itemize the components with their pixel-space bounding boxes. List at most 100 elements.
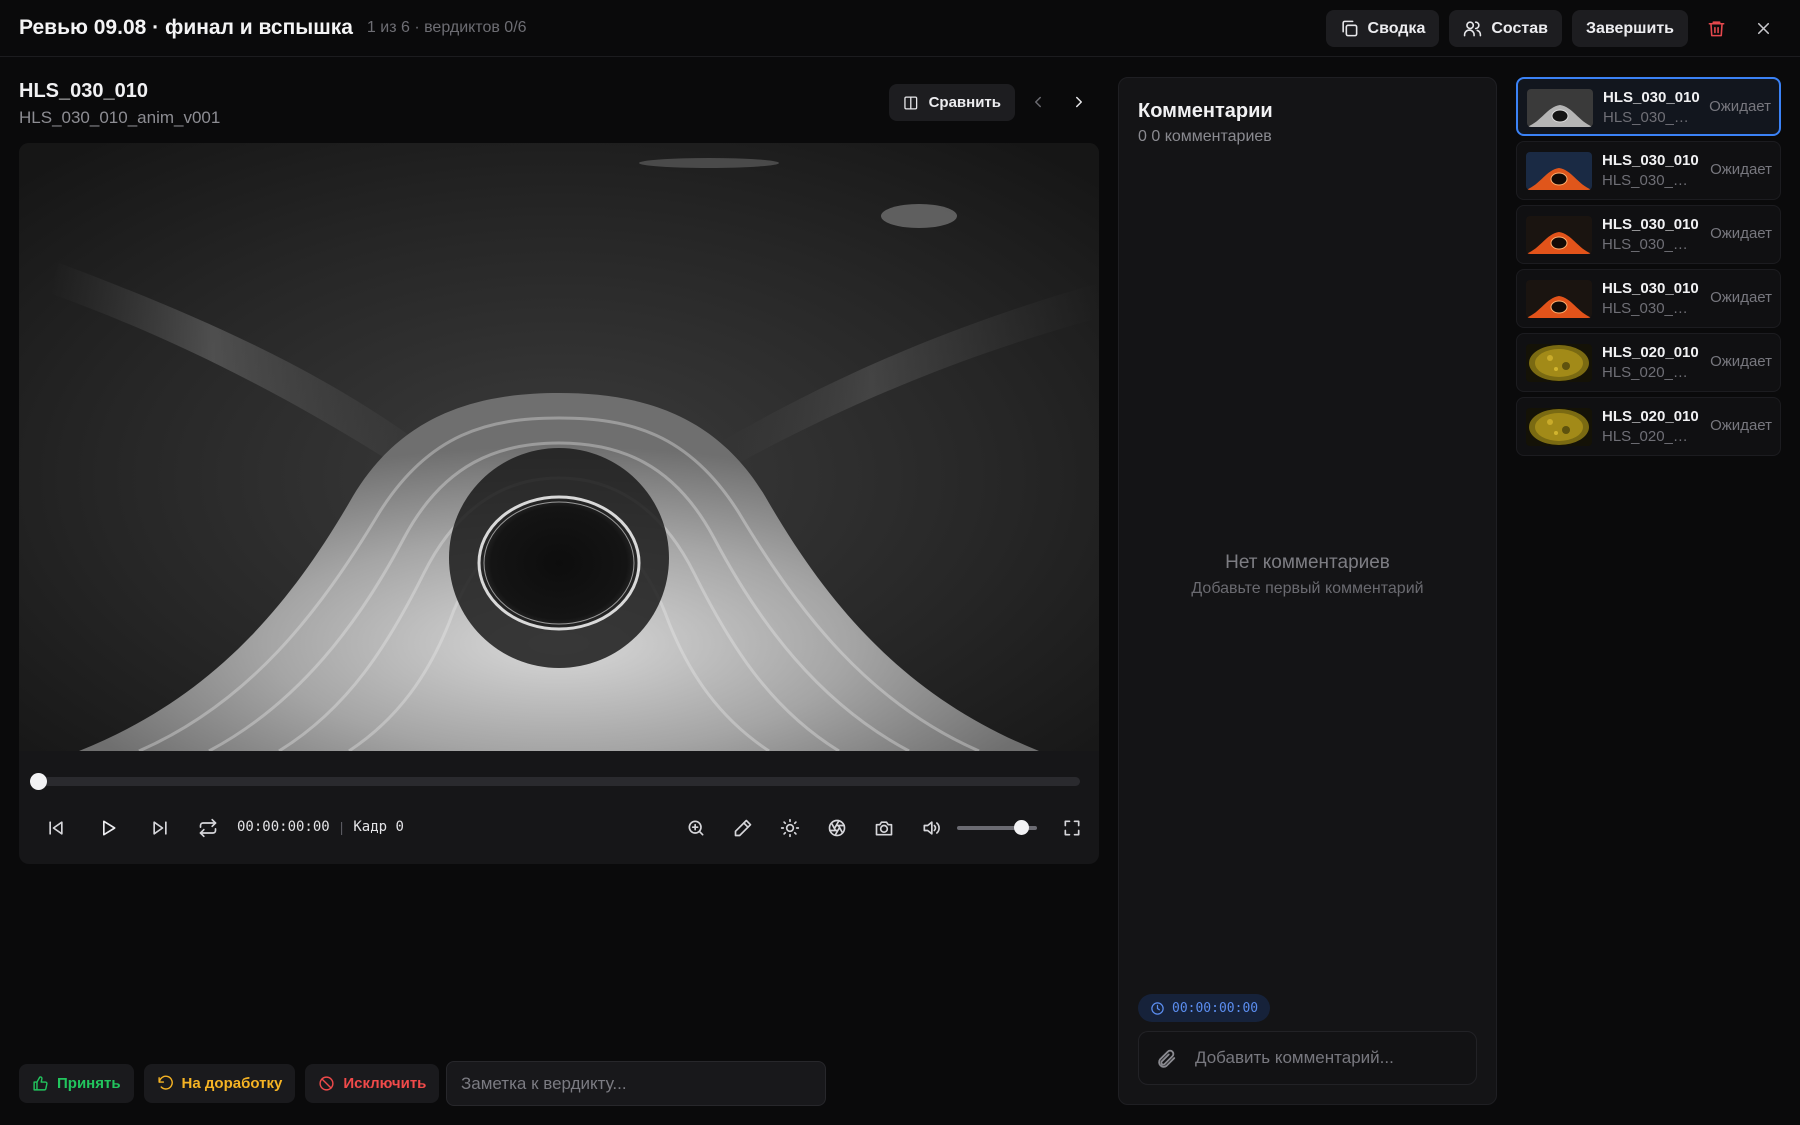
- summary-label: Сводка: [1367, 19, 1426, 37]
- finish-button[interactable]: Завершить: [1571, 10, 1688, 47]
- shot-list-item[interactable]: HLS_030_010 HLS_030_010_anim_v001 Ожидает: [1516, 77, 1781, 136]
- accept-label: Принять: [57, 1075, 121, 1092]
- play-button[interactable]: [93, 813, 123, 843]
- rotate-ccw-icon: [157, 1075, 173, 1090]
- skip-forward-button[interactable]: [145, 813, 175, 843]
- video-player: 00:00:00:00 | Кадр 0: [19, 143, 1099, 864]
- player-controls: 00:00:00:00 | Кадр 0: [19, 807, 1099, 847]
- users-icon: [1464, 21, 1482, 37]
- shot-item-name: HLS_030_010: [1602, 152, 1699, 169]
- camera-icon: [875, 821, 893, 836]
- loop-button[interactable]: [193, 813, 223, 843]
- rework-label: На доработку: [181, 1075, 283, 1092]
- verdict-note-input[interactable]: [446, 1061, 826, 1106]
- verdict-bar: Принять На доработку Исключить: [19, 1064, 440, 1103]
- delete-button[interactable]: [1698, 10, 1735, 47]
- frame-counter: Кадр 0: [353, 819, 404, 835]
- accept-button[interactable]: Принять: [19, 1064, 134, 1103]
- next-shot-button[interactable]: [1065, 88, 1093, 116]
- volume-slider[interactable]: [957, 820, 1037, 835]
- chevron-left-icon: [1035, 96, 1041, 108]
- summary-button[interactable]: Сводка: [1325, 10, 1440, 47]
- shot-thumbnail: [1526, 408, 1592, 446]
- finish-label: Завершить: [1585, 19, 1674, 37]
- play-icon: [103, 820, 116, 836]
- comments-count: 0 0 комментариев: [1138, 128, 1272, 145]
- shot-thumbnail: [1526, 280, 1592, 318]
- draw-button[interactable]: [728, 813, 758, 843]
- comment-timestamp: 00:00:00:00: [1172, 1000, 1259, 1016]
- snapshot-button[interactable]: [869, 813, 899, 843]
- comment-input[interactable]: [1195, 1032, 1465, 1084]
- shot-item-status: Ожидает: [1710, 353, 1772, 370]
- comments-panel: Комментарии 0 0 комментариев Нет коммент…: [1118, 77, 1497, 1105]
- shot-list: HLS_030_010HLS_030_010_anim_v001ОжидаетH…: [1516, 77, 1781, 461]
- timecode: 00:00:00:00: [237, 819, 330, 835]
- zoom-button[interactable]: [681, 813, 711, 843]
- shot-item-version: HLS_020_010_anim_v002: [1602, 428, 1696, 445]
- close-button[interactable]: [1745, 10, 1782, 47]
- shot-list-item[interactable]: HLS_030_010 HLS_030_010_anim_v003 Ожидает: [1516, 205, 1781, 264]
- shot-item-name: HLS_020_010: [1602, 408, 1699, 425]
- comments-empty-state: Нет комментариев Добавьте первый коммент…: [1119, 552, 1496, 598]
- skip-forward-icon: [153, 821, 167, 835]
- volume-handle[interactable]: [1014, 820, 1029, 835]
- fullscreen-button[interactable]: [1057, 813, 1087, 843]
- shot-list-item[interactable]: HLS_030_010 HLS_030_010_anim_v004 Ожидает: [1516, 269, 1781, 328]
- exclude-label: Исключить: [343, 1075, 427, 1092]
- comment-timestamp-chip[interactable]: 00:00:00:00: [1138, 994, 1271, 1022]
- exposure-button[interactable]: [775, 813, 805, 843]
- timeline-scrubber[interactable]: [30, 773, 1080, 790]
- mute-button[interactable]: [916, 813, 946, 843]
- timecode-display: 00:00:00:00 | Кадр 0: [237, 819, 404, 835]
- clock-icon: [1151, 1001, 1164, 1015]
- thumbs-up-icon: [33, 1076, 48, 1091]
- shot-thumbnail: [1526, 216, 1592, 254]
- compare-label: Сравнить: [928, 94, 1001, 111]
- shot-thumbnail: [1527, 89, 1593, 127]
- shot-item-version: HLS_030_010_anim_v004: [1602, 300, 1696, 317]
- zoom-in-icon: [688, 820, 704, 836]
- shot-item-status: Ожидает: [1710, 289, 1772, 306]
- team-button[interactable]: Состав: [1449, 10, 1562, 47]
- shot-thumbnail: [1526, 152, 1592, 190]
- shot-item-status: Ожидает: [1710, 225, 1772, 242]
- top-actions: Сводка Состав Завершить: [1325, 10, 1782, 47]
- shot-item-status: Ожидает: [1710, 417, 1772, 434]
- shot-thumbnail: [1526, 344, 1592, 382]
- sun-icon: [780, 818, 800, 838]
- shot-item-status: Ожидает: [1710, 161, 1772, 178]
- black-hole-frame: [19, 143, 1099, 751]
- comments-title: Комментарии: [1138, 100, 1273, 122]
- volume-icon: [923, 821, 940, 835]
- skip-back-button[interactable]: [41, 813, 71, 843]
- skip-back-icon: [49, 821, 63, 835]
- columns-icon: [904, 96, 918, 109]
- video-frame[interactable]: [19, 143, 1099, 751]
- shot-list-item[interactable]: HLS_030_010 HLS_030_010_anim_v002 Ожидает: [1516, 141, 1781, 200]
- shot-item-version: HLS_030_010_anim_v002: [1602, 172, 1696, 189]
- top-bar: Ревью 09.08 · финал и вспышка 1 из 6 · в…: [0, 0, 1800, 57]
- exclude-button[interactable]: Исключить: [305, 1064, 440, 1103]
- prev-shot-button[interactable]: [1024, 88, 1052, 116]
- repeat-icon: [199, 818, 217, 838]
- ban-icon: [319, 1076, 334, 1091]
- team-label: Состав: [1491, 19, 1548, 37]
- shot-item-version: HLS_020_010_anim_v001: [1602, 364, 1696, 381]
- review-title: Ревью 09.08 · финал и вспышка: [19, 16, 353, 39]
- shot-item-version: HLS_030_010_anim_v003: [1602, 236, 1696, 253]
- fullscreen-icon: [1064, 820, 1080, 836]
- timecode-separator: |: [339, 819, 344, 835]
- shot-list-item[interactable]: HLS_020_010 HLS_020_010_anim_v002 Ожидает: [1516, 397, 1781, 456]
- pencil-icon: [734, 819, 752, 837]
- rework-button[interactable]: На доработку: [143, 1064, 296, 1103]
- timeline-handle[interactable]: [30, 773, 47, 790]
- trash-icon: [1708, 21, 1725, 37]
- paperclip-icon[interactable]: [1155, 1048, 1177, 1070]
- copy-icon: [1341, 20, 1357, 37]
- empty-hint: Добавьте первый комментарий: [1191, 580, 1424, 597]
- aperture-button[interactable]: [822, 813, 852, 843]
- shot-list-item[interactable]: HLS_020_010 HLS_020_010_anim_v001 Ожидает: [1516, 333, 1781, 392]
- shot-item-name: HLS_030_010: [1602, 280, 1699, 297]
- compare-button[interactable]: Сравнить: [889, 84, 1015, 121]
